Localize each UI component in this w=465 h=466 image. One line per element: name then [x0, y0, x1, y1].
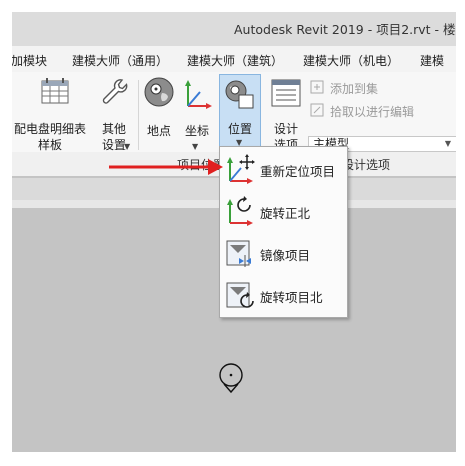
- annotation-arrow: [109, 159, 223, 175]
- revit-window: Autodesk Revit 2019 - 项目2.rvt - 楼层 加模块 建…: [12, 12, 456, 452]
